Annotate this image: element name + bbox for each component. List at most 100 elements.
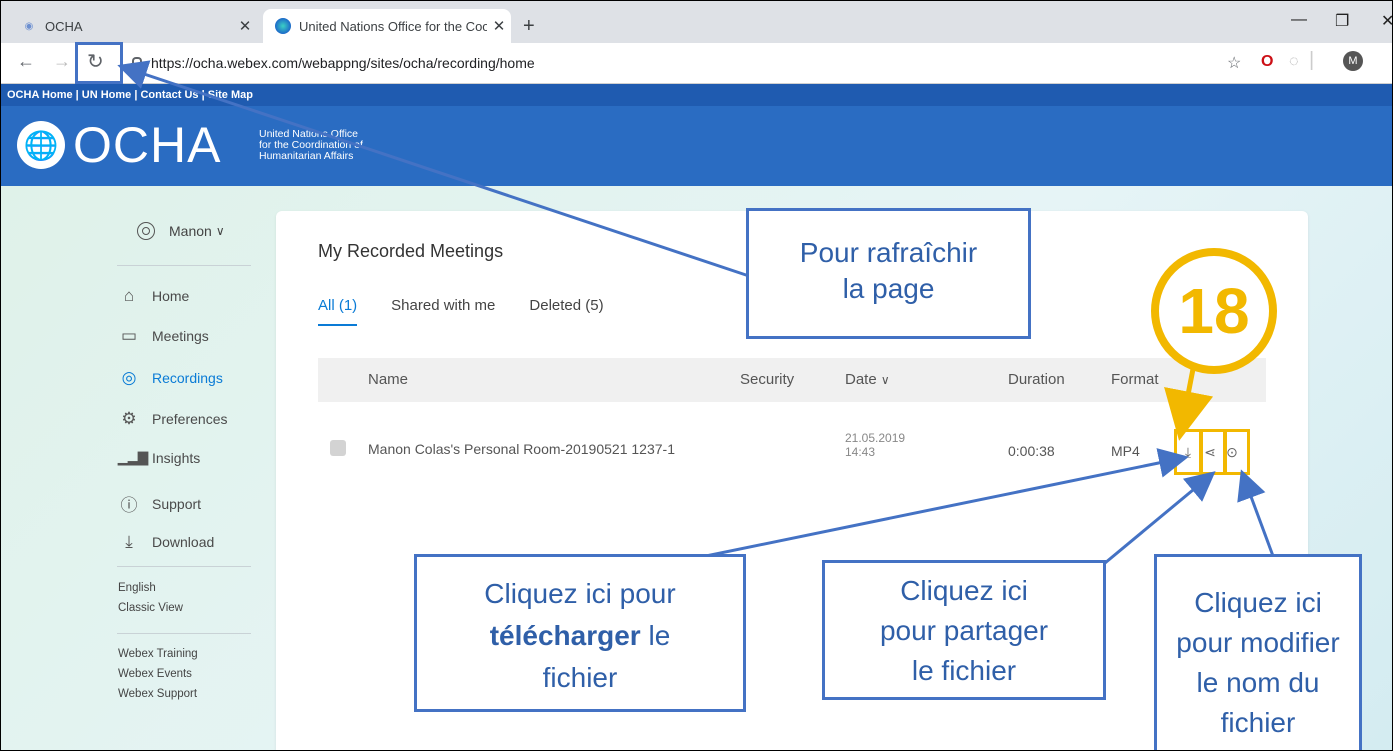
sidebar-item-recordings[interactable]: ◎ Recordings: [118, 368, 223, 388]
close-tab-icon[interactable]: ✕: [233, 17, 257, 35]
sidebar-divider: [117, 265, 251, 266]
sidebar-item-label: Preferences: [152, 411, 228, 427]
bookmark-star-icon[interactable]: ☆: [1227, 53, 1241, 73]
extension-icon[interactable]: ◌: [1289, 53, 1299, 71]
sidebar-item-label: Download: [152, 534, 215, 550]
tab-all[interactable]: All (1): [318, 297, 358, 326]
close-tab-icon[interactable]: ✕: [487, 17, 511, 35]
sidebar-item-label: Recordings: [152, 370, 223, 386]
recordings-icon: ◎: [121, 368, 137, 387]
callout-refresh: Pour rafraîchir la page: [746, 208, 1031, 339]
recording-date-day: 21.05.2019: [845, 431, 906, 445]
callout-bold: télécharger: [489, 620, 641, 651]
browser-tab-ocha[interactable]: ◉ OCHA ✕: [9, 9, 257, 43]
sidebar-item-label: Meetings: [152, 328, 209, 344]
callout-line: pour partager: [879, 615, 1049, 646]
recording-name[interactable]: Manon Colas's Personal Room-20190521 123…: [368, 441, 675, 457]
table-header: Name Security Date ∨ Duration Format: [318, 358, 1266, 402]
callout-line: la page: [842, 273, 935, 304]
browser-toolbar: ← → ↻ https://ocha.webex.com/webappng/si…: [1, 43, 1392, 84]
logo-sub-line: Humanitarian Affairs: [259, 150, 354, 162]
address-bar[interactable]: https://ocha.webex.com/webappng/sites/oc…: [123, 49, 1183, 77]
link-classic-view[interactable]: Classic View: [118, 602, 183, 614]
profile-avatar[interactable]: M: [1343, 51, 1363, 71]
sidebar-item-insights[interactable]: ▁▂▇ Insights: [118, 450, 200, 466]
callout-line: le nom du: [1196, 667, 1320, 698]
site-header: 🌐 OCHA United Nations Office for the Coo…: [1, 106, 1392, 186]
table-row[interactable]: Manon Colas's Personal Room-20190521 123…: [318, 421, 1266, 481]
insights-icon: ▁▂▇: [118, 450, 148, 465]
webex-favicon: [275, 18, 291, 34]
opera-extension-icon[interactable]: O: [1261, 53, 1273, 71]
sidebar-item-home[interactable]: ⌂ Home: [118, 286, 190, 306]
link-webex-training[interactable]: Webex Training: [118, 648, 198, 660]
callout-download: Cliquez ici pour télécharger le fichier: [414, 554, 746, 712]
browser-tab-webex[interactable]: United Nations Office for the Coo ✕: [263, 9, 511, 43]
forward-icon[interactable]: →: [53, 51, 71, 72]
recording-date: 21.05.2019 14:43: [845, 431, 905, 459]
link-english[interactable]: English: [118, 582, 156, 594]
callout-line: télécharger le: [417, 615, 743, 657]
sidebar-item-support[interactable]: ⓘ Support: [118, 491, 202, 516]
recording-date-time: 14:43: [845, 445, 876, 459]
step-number-badge: 18: [1151, 248, 1277, 374]
link-webex-support[interactable]: Webex Support: [118, 688, 197, 700]
callout-line: Cliquez ici pour: [484, 578, 676, 609]
column-name[interactable]: Name: [368, 371, 408, 388]
ocha-logo[interactable]: OCHA: [73, 116, 221, 174]
toolbar-divider: |: [1309, 49, 1315, 71]
sidebar-divider: [117, 566, 251, 567]
recording-duration: 0:00:38: [1008, 443, 1055, 459]
callout-line: fichier: [542, 662, 618, 693]
sidebar-item-meetings[interactable]: ▭ Meetings: [118, 326, 209, 346]
minimize-icon[interactable]: —: [1291, 11, 1307, 29]
un-favicon: ◉: [24, 20, 34, 32]
sidebar-item-label: Insights: [152, 450, 201, 466]
chevron-down-icon: ∨: [880, 373, 890, 387]
callout-line: fichier: [1220, 707, 1296, 738]
close-window-icon[interactable]: ✕: [1381, 11, 1392, 31]
sidebar-item-download[interactable]: ⤓ Download: [118, 532, 214, 552]
sidebar-item-preferences[interactable]: ⚙ Preferences: [118, 409, 227, 429]
page-title: My Recorded Meetings: [318, 241, 504, 261]
sidebar-divider: [117, 633, 251, 634]
ocha-logo-subtitle: United Nations Office for the Coordinati…: [259, 129, 363, 162]
share-highlight: [1200, 429, 1226, 475]
link-webex-events[interactable]: Webex Events: [118, 668, 192, 680]
home-icon: ⌂: [123, 286, 135, 305]
more-highlight: [1224, 429, 1250, 475]
gear-icon: ⚙: [121, 409, 137, 428]
tab-title: OCHA: [45, 18, 83, 34]
reload-highlight: [75, 42, 123, 84]
tab-title: United Nations Office for the Coo: [299, 18, 487, 34]
user-name: Manon: [169, 223, 212, 239]
sidebar-item-label: Home: [152, 288, 190, 304]
callout-line: Pour rafraîchir: [799, 237, 978, 268]
column-date-label: Date: [845, 371, 877, 388]
user-menu[interactable]: Manon ∨: [137, 222, 225, 240]
download-icon: ⤓: [125, 532, 133, 551]
column-format: Format: [1111, 371, 1159, 388]
recording-format: MP4: [1111, 443, 1140, 459]
tab-shared[interactable]: Shared with me: [391, 297, 495, 326]
callout-rename: Cliquez ici pour modifier le nom du fich…: [1154, 554, 1362, 750]
row-checkbox[interactable]: [330, 440, 346, 456]
callout-line: Cliquez ici: [900, 575, 1028, 606]
url-text: https://ocha.webex.com/webappng/sites/oc…: [151, 55, 535, 71]
back-icon[interactable]: ←: [17, 51, 35, 72]
screenshot-frame: ◉ OCHA ✕ United Nations Office for the C…: [0, 0, 1393, 751]
callout-line: pour modifier: [1176, 627, 1340, 658]
site-top-links[interactable]: OCHA Home | UN Home | Contact Us | Site …: [1, 84, 1392, 106]
lock-icon: [131, 57, 142, 70]
callout-line: Cliquez ici: [1194, 587, 1322, 618]
restore-icon[interactable]: ❐: [1335, 11, 1349, 31]
recordings-tabs: All (1) Shared with me Deleted (5): [318, 297, 638, 326]
browser-tabbar: ◉ OCHA ✕ United Nations Office for the C…: [1, 1, 1392, 43]
column-date[interactable]: Date ∨: [845, 371, 890, 388]
tab-deleted[interactable]: Deleted (5): [529, 297, 603, 326]
help-icon: ⓘ: [120, 496, 138, 515]
meetings-icon: ▭: [120, 326, 138, 345]
download-highlight: [1174, 429, 1202, 475]
chevron-down-icon: ∨: [215, 224, 225, 238]
new-tab-icon[interactable]: +: [523, 15, 535, 38]
